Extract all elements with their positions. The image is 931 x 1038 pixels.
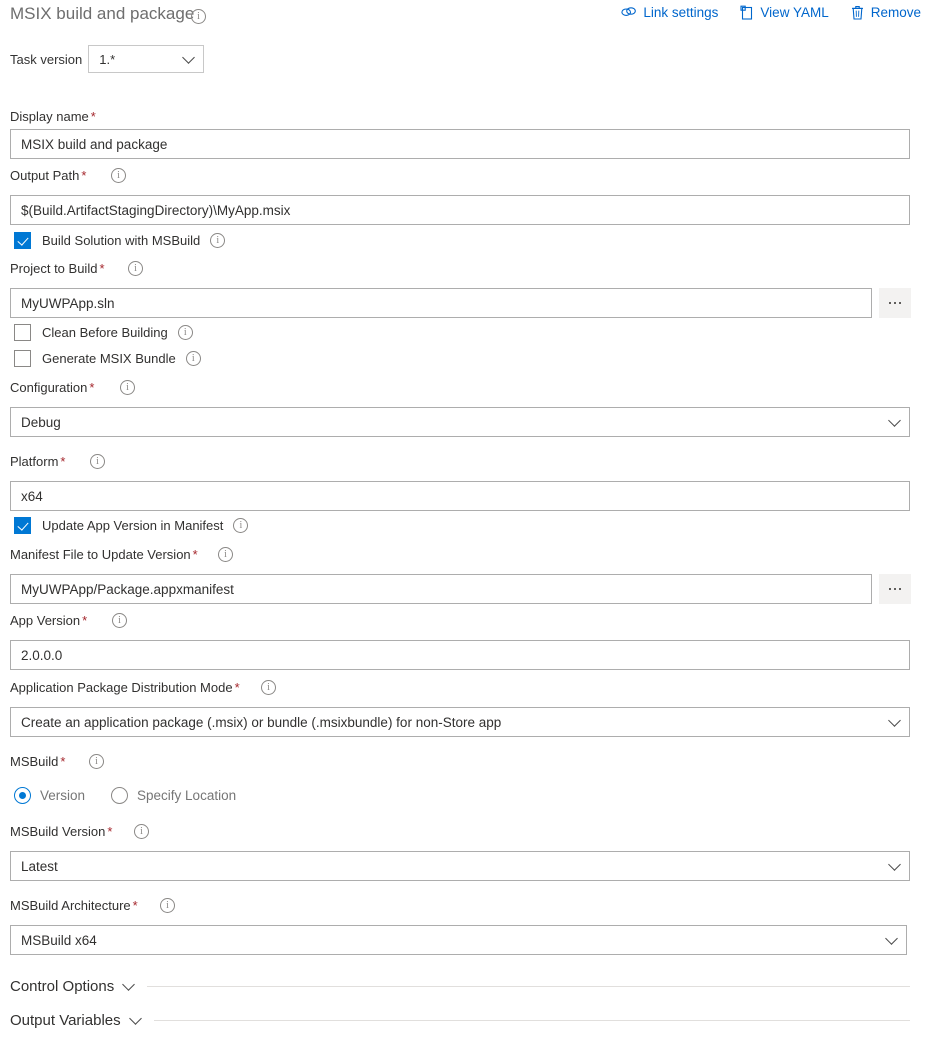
- info-icon[interactable]: [128, 261, 143, 276]
- section-output-variables[interactable]: Output Variables: [10, 1012, 910, 1029]
- msbuild-architecture-value: MSBuild x64: [21, 932, 97, 948]
- task-version-value: 1.*: [99, 51, 116, 67]
- display-name-input[interactable]: MSIX build and package: [10, 129, 910, 159]
- output-path-label: Output Path *: [10, 168, 87, 183]
- divider: [147, 986, 910, 987]
- msbuild-architecture-label: MSBuild Architecture *: [10, 898, 138, 913]
- manifest-file-label: Manifest File to Update Version *: [10, 547, 198, 562]
- info-icon[interactable]: [120, 380, 135, 395]
- chevron-down-icon: [182, 51, 196, 64]
- chevron-down-icon: [888, 714, 901, 727]
- section-control-options[interactable]: Control Options: [10, 978, 910, 995]
- header-actions: Link settings View YAML Remove: [621, 5, 921, 20]
- link-settings-label: Link settings: [643, 5, 719, 20]
- info-icon[interactable]: [160, 898, 175, 913]
- app-version-label: App Version *: [10, 613, 88, 628]
- platform-value: x64: [21, 488, 43, 504]
- configuration-select[interactable]: Debug: [10, 407, 910, 437]
- section-control-options-label: Control Options: [10, 978, 115, 995]
- chevron-down-icon: [128, 1012, 142, 1025]
- info-icon[interactable]: [210, 233, 226, 248]
- view-yaml-label: View YAML: [760, 5, 829, 20]
- link-icon: [621, 6, 637, 19]
- info-icon[interactable]: [134, 824, 149, 839]
- output-path-input[interactable]: $(Build.ArtifactStagingDirectory)\MyApp.…: [10, 195, 910, 225]
- task-header: MSIX build and package Link settings: [0, 0, 931, 32]
- platform-input[interactable]: x64: [10, 481, 910, 511]
- build-solution-label: Build Solution with MSBuild: [42, 233, 201, 248]
- info-icon[interactable]: [90, 454, 105, 469]
- view-yaml-button[interactable]: View YAML: [740, 5, 829, 20]
- msbuild-option-specify-location[interactable]: Specify Location: [111, 787, 236, 804]
- link-settings-button[interactable]: Link settings: [621, 5, 718, 20]
- display-name-label: Display name *: [10, 109, 96, 124]
- task-editor-panel: MSIX build and package Link settings: [0, 0, 931, 1038]
- msbuild-radio-group: Version Specify Location: [14, 787, 236, 804]
- chevron-down-icon: [888, 414, 901, 427]
- msbuild-option-version[interactable]: Version: [14, 787, 85, 804]
- clean-before-building-checkbox-row: Clean Before Building: [14, 324, 193, 341]
- manifest-file-value: MyUWPApp/Package.appxmanifest: [21, 581, 234, 597]
- divider: [153, 1020, 910, 1021]
- configuration-value: Debug: [21, 414, 61, 430]
- msbuild-version-select[interactable]: Latest: [10, 851, 910, 881]
- display-name-value: MSIX build and package: [21, 136, 168, 152]
- chevron-down-icon: [888, 858, 901, 871]
- build-solution-checkbox-row: Build Solution with MSBuild: [14, 232, 226, 249]
- info-icon[interactable]: [112, 613, 127, 628]
- info-icon[interactable]: [233, 518, 249, 533]
- task-version-label: Task version: [10, 51, 83, 67]
- info-icon[interactable]: [89, 754, 104, 769]
- remove-label: Remove: [870, 5, 921, 20]
- msbuild-architecture-select[interactable]: MSBuild x64: [10, 925, 907, 955]
- project-to-build-value: MyUWPApp.sln: [21, 295, 115, 311]
- clean-before-building-checkbox[interactable]: [14, 324, 31, 341]
- generate-msix-bundle-checkbox[interactable]: [14, 350, 31, 367]
- info-icon[interactable]: [111, 168, 126, 183]
- generate-msix-bundle-checkbox-row: Generate MSIX Bundle: [14, 350, 201, 367]
- remove-button[interactable]: Remove: [851, 5, 921, 20]
- update-app-version-checkbox-row: Update App Version in Manifest: [14, 517, 249, 534]
- info-icon[interactable]: [218, 547, 233, 562]
- info-icon[interactable]: [261, 680, 276, 695]
- manifest-file-input[interactable]: MyUWPApp/Package.appxmanifest: [10, 574, 872, 604]
- configuration-label: Configuration *: [10, 380, 95, 395]
- clipboard-icon: [740, 5, 753, 20]
- output-path-value: $(Build.ArtifactStagingDirectory)\MyApp.…: [21, 202, 291, 218]
- info-icon[interactable]: [185, 351, 201, 366]
- app-version-input[interactable]: 2.0.0.0: [10, 640, 910, 670]
- msbuild-label: MSBuild *: [10, 754, 66, 769]
- info-icon[interactable]: [177, 325, 193, 340]
- section-output-variables-label: Output Variables: [10, 1012, 121, 1029]
- radio-icon: [111, 787, 129, 804]
- project-to-build-browse-button[interactable]: [879, 288, 911, 318]
- radio-icon: [14, 787, 31, 804]
- platform-label: Platform *: [10, 454, 66, 469]
- update-app-version-checkbox[interactable]: [14, 517, 31, 534]
- msbuild-option-specify-location-label: Specify Location: [137, 788, 237, 803]
- msbuild-version-label: MSBuild Version *: [10, 824, 113, 839]
- clean-before-building-label: Clean Before Building: [42, 325, 168, 340]
- trash-icon: [851, 5, 864, 20]
- manifest-file-browse-button[interactable]: [879, 574, 911, 604]
- chevron-down-icon: [885, 932, 898, 945]
- distribution-mode-select[interactable]: Create an application package (.msix) or…: [10, 707, 910, 737]
- distribution-mode-label: Application Package Distribution Mode *: [10, 680, 240, 695]
- chevron-down-icon: [122, 978, 136, 991]
- update-app-version-label: Update App Version in Manifest: [42, 518, 224, 533]
- app-version-value: 2.0.0.0: [21, 647, 63, 663]
- msbuild-version-value: Latest: [21, 858, 58, 874]
- info-icon[interactable]: [191, 9, 206, 25]
- distribution-mode-value: Create an application package (.msix) or…: [21, 714, 502, 730]
- generate-msix-bundle-label: Generate MSIX Bundle: [42, 351, 176, 366]
- task-version-select[interactable]: 1.*: [88, 45, 205, 73]
- task-version-row: Task version 1.*: [10, 45, 205, 73]
- project-to-build-input[interactable]: MyUWPApp.sln: [10, 288, 872, 318]
- msbuild-option-version-label: Version: [40, 788, 86, 803]
- page-title: MSIX build and package: [10, 4, 195, 23]
- build-solution-checkbox[interactable]: [14, 232, 31, 249]
- project-to-build-label: Project to Build *: [10, 261, 105, 276]
